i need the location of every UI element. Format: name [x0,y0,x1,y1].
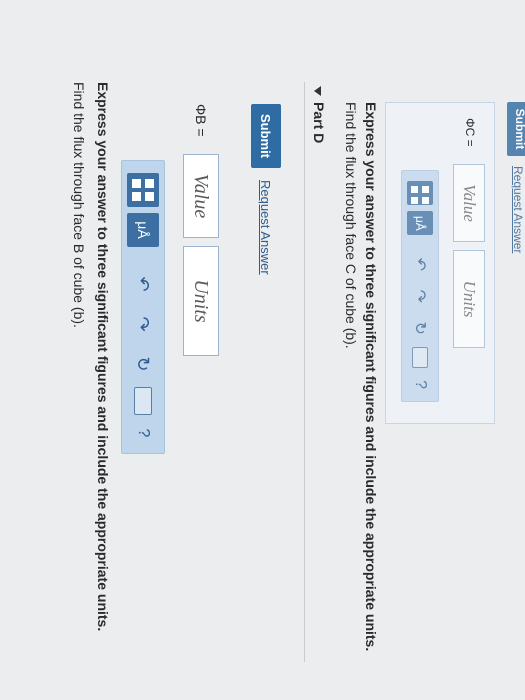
units-mu-button[interactable]: μÅ [407,211,433,236]
partc-symbol: ΦB = [193,104,209,137]
redo-icon[interactable]: ↷ [127,307,159,341]
partc-toolbar: μÅ ↶ ↷ ↻ ? [121,160,165,454]
partd-question: Find the flux through face C of cube (b)… [343,102,359,349]
partd-title: Part D [311,102,327,144]
partd-submit-button[interactable]: Submit [507,102,525,156]
partd-toolbar: μÅ ↶ ↷ ↻ ? [401,170,439,402]
partd-request-answer-link[interactable]: Request Answer [511,166,525,253]
reset-icon[interactable]: ↻ [127,347,159,381]
template-grid-icon[interactable] [127,173,159,207]
partc-submit-button[interactable]: Submit [251,104,281,168]
partc-units-input[interactable]: Units [183,246,219,356]
partc-value-input[interactable]: Value [183,154,219,238]
undo-icon[interactable]: ↶ [404,251,436,277]
reset-icon[interactable]: ↻ [404,315,436,341]
keyboard-icon[interactable] [412,347,428,369]
rotated-page: Find the flux through face B of cube (b)… [0,0,525,700]
partd-value-input[interactable]: Value [453,164,485,242]
units-mu-button[interactable]: μÅ [127,213,159,247]
help-icon[interactable]: ? [127,421,159,445]
partc-instruction: Express your answer to three significant… [95,82,111,632]
partc-question: Find the flux through face B of cube (b)… [71,82,87,328]
redo-icon[interactable]: ↷ [404,283,436,309]
partc-request-answer-link[interactable]: Request Answer [258,180,273,275]
partd-symbol: ΦC = [463,118,477,147]
collapse-arrow-icon[interactable] [314,86,321,96]
template-grid-icon[interactable] [407,181,433,206]
partd-units-input[interactable]: Units [453,250,485,348]
keyboard-icon[interactable] [134,387,152,415]
section-divider [304,82,305,662]
partd-instruction: Express your answer to three significant… [363,102,379,652]
undo-icon[interactable]: ↶ [127,267,159,301]
help-icon[interactable]: ? [404,374,436,395]
